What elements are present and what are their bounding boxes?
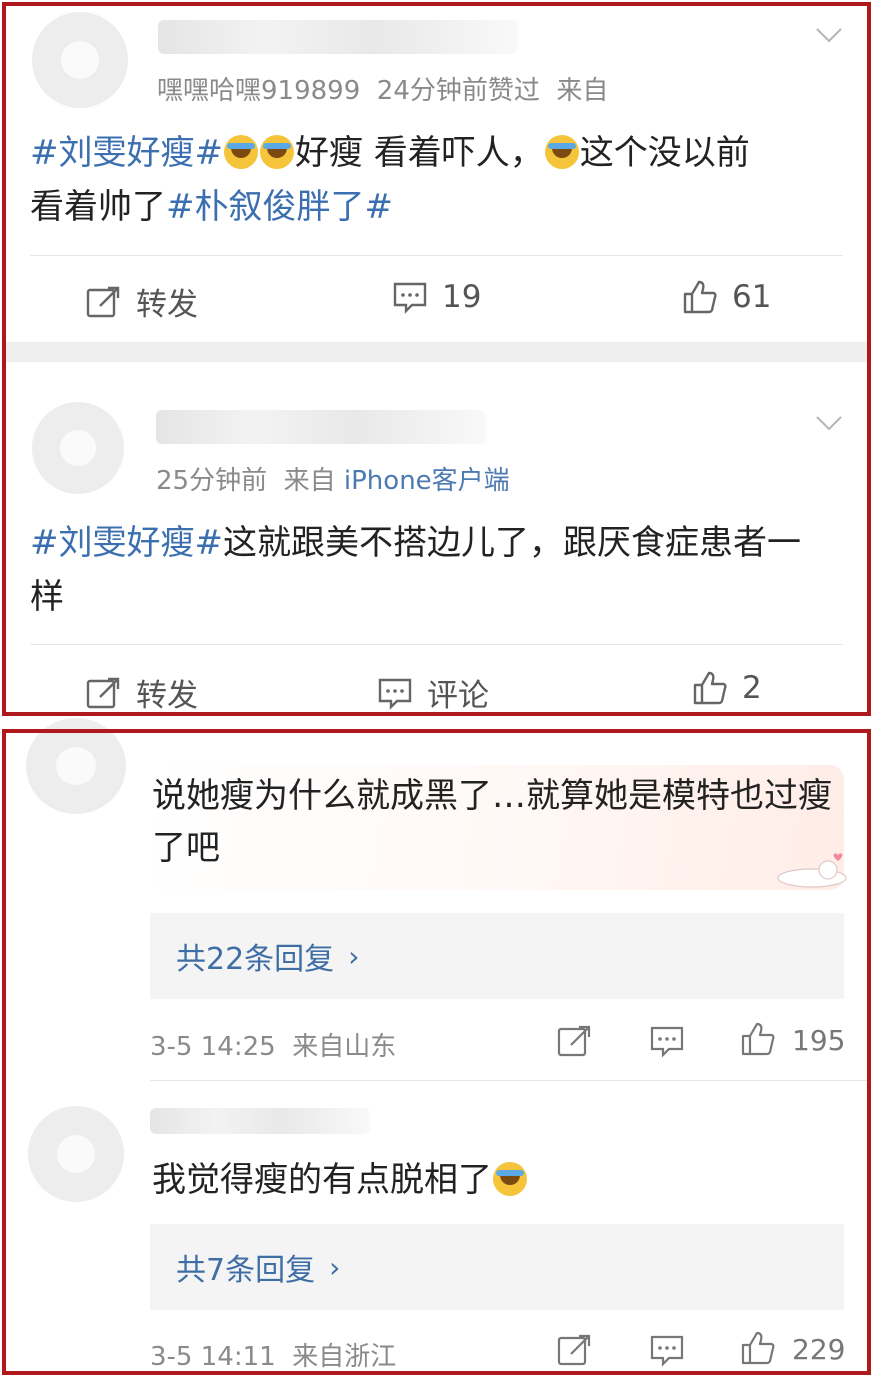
highlight-frame [2,729,871,1375]
highlight-frame [2,2,871,716]
